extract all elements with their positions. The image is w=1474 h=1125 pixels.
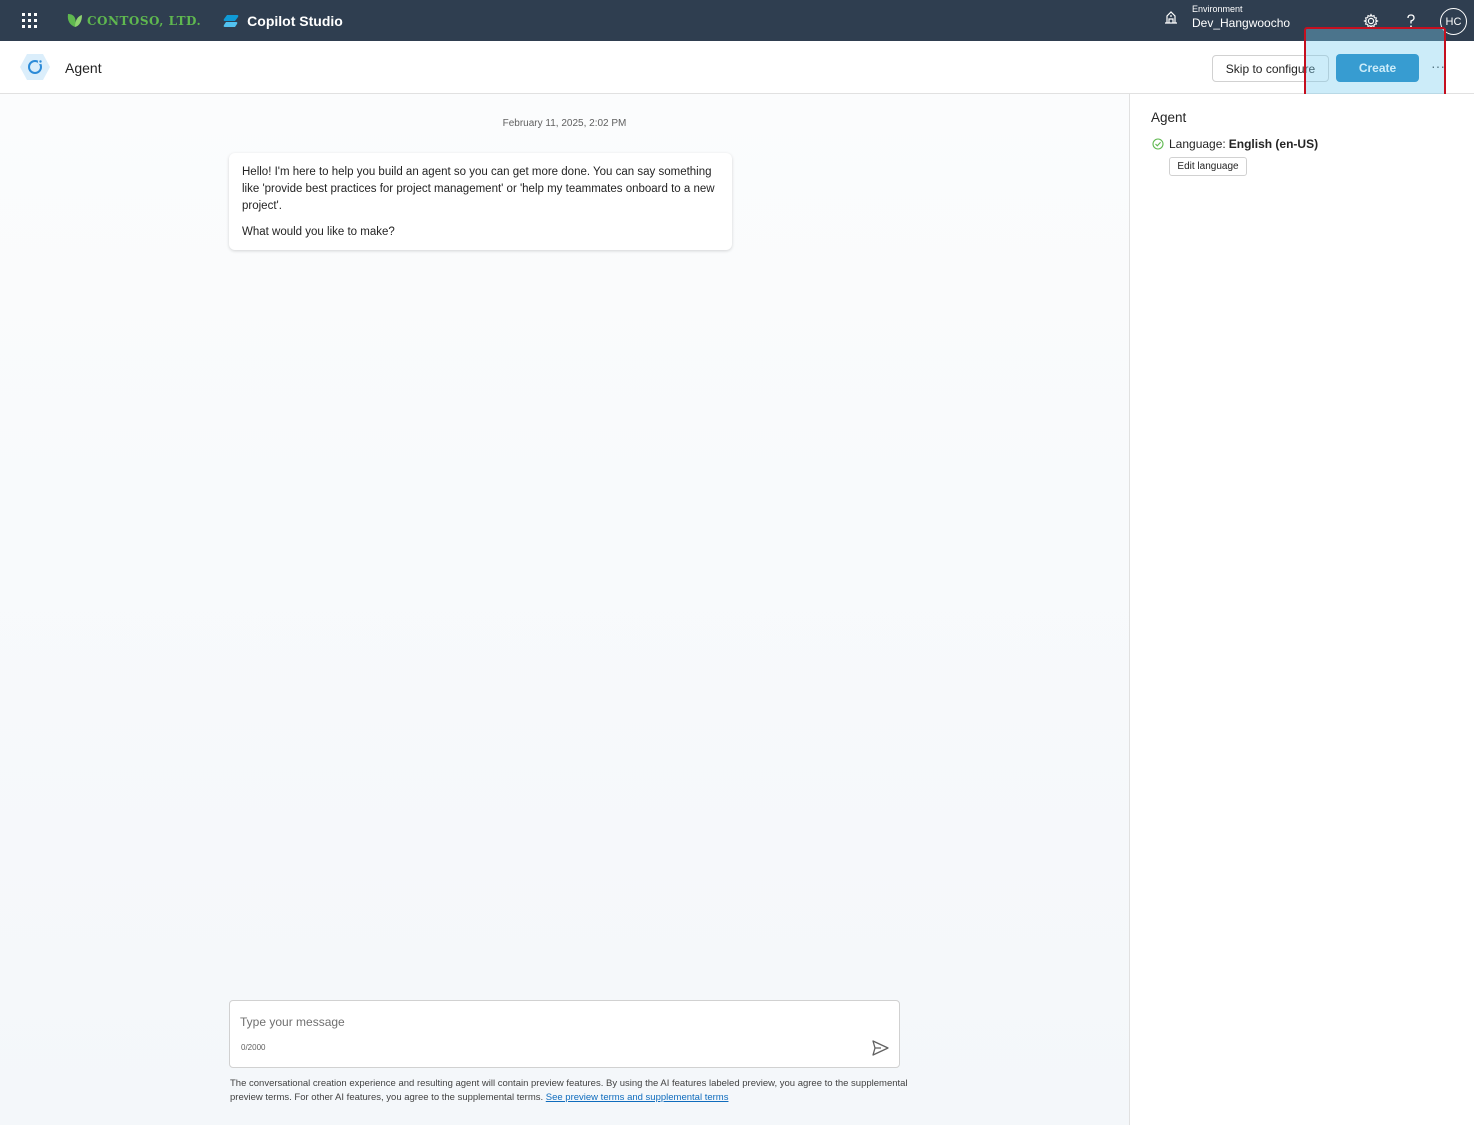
bot-message-question: What would you like to make? — [242, 226, 395, 238]
copilot-studio-logo-icon — [223, 14, 239, 27]
bot-message-greeting: Hello! I'm here to help you build an age… — [242, 166, 715, 212]
language-label: Language: — [1169, 137, 1226, 151]
environment-label: Environment — [1192, 4, 1243, 14]
language-row: Language: English (en-US) — [1152, 137, 1318, 151]
preview-terms-link[interactable]: See preview terms and supplemental terms — [546, 1092, 729, 1103]
create-button[interactable]: Create — [1336, 54, 1419, 82]
send-icon[interactable] — [870, 1038, 890, 1058]
skip-to-configure-button[interactable]: Skip to configure — [1212, 55, 1329, 82]
chat-panel: February 11, 2025, 2:02 PM Hello! I'm he… — [0, 94, 1129, 1125]
details-title: Agent — [1151, 110, 1187, 125]
more-options-icon[interactable]: ··· — [1427, 57, 1449, 79]
message-composer: 0/2000 — [229, 1000, 900, 1068]
bot-message-bubble: Hello! I'm here to help you build an age… — [229, 153, 732, 250]
preview-disclaimer: The conversational creation experience a… — [230, 1077, 910, 1105]
help-icon[interactable] — [1400, 10, 1422, 32]
user-avatar[interactable]: HC — [1440, 8, 1467, 35]
message-timestamp: February 11, 2025, 2:02 PM — [502, 118, 627, 129]
top-nav-bar: CONTOSO, LTD. Copilot Studio Environment… — [0, 0, 1474, 41]
page-title: Agent — [65, 60, 102, 76]
settings-gear-icon[interactable] — [1360, 10, 1382, 32]
environment-picker[interactable]: Environment Dev_Hangwoocho — [1163, 4, 1290, 31]
product-home-link[interactable]: Copilot Studio — [223, 13, 343, 29]
app-launcher-icon[interactable] — [14, 6, 44, 36]
org-brand: CONTOSO, LTD. — [66, 12, 201, 29]
check-circle-icon — [1152, 138, 1164, 150]
character-counter: 0/2000 — [241, 1043, 266, 1052]
page-header: Agent Skip to configure Create ··· — [0, 41, 1474, 94]
agent-icon — [20, 54, 50, 80]
agent-details-pane: Agent Language: English (en-US) Edit lan… — [1129, 94, 1474, 1125]
edit-language-button[interactable]: Edit language — [1169, 157, 1247, 176]
environment-name: Dev_Hangwoocho — [1192, 16, 1291, 30]
product-name: Copilot Studio — [247, 12, 343, 29]
language-value: English (en-US) — [1228, 137, 1319, 151]
message-input[interactable] — [240, 1012, 840, 1032]
environment-icon — [1165, 10, 1177, 24]
org-name: CONTOSO, LTD. — [87, 13, 202, 28]
contoso-leaf-icon — [67, 14, 82, 27]
